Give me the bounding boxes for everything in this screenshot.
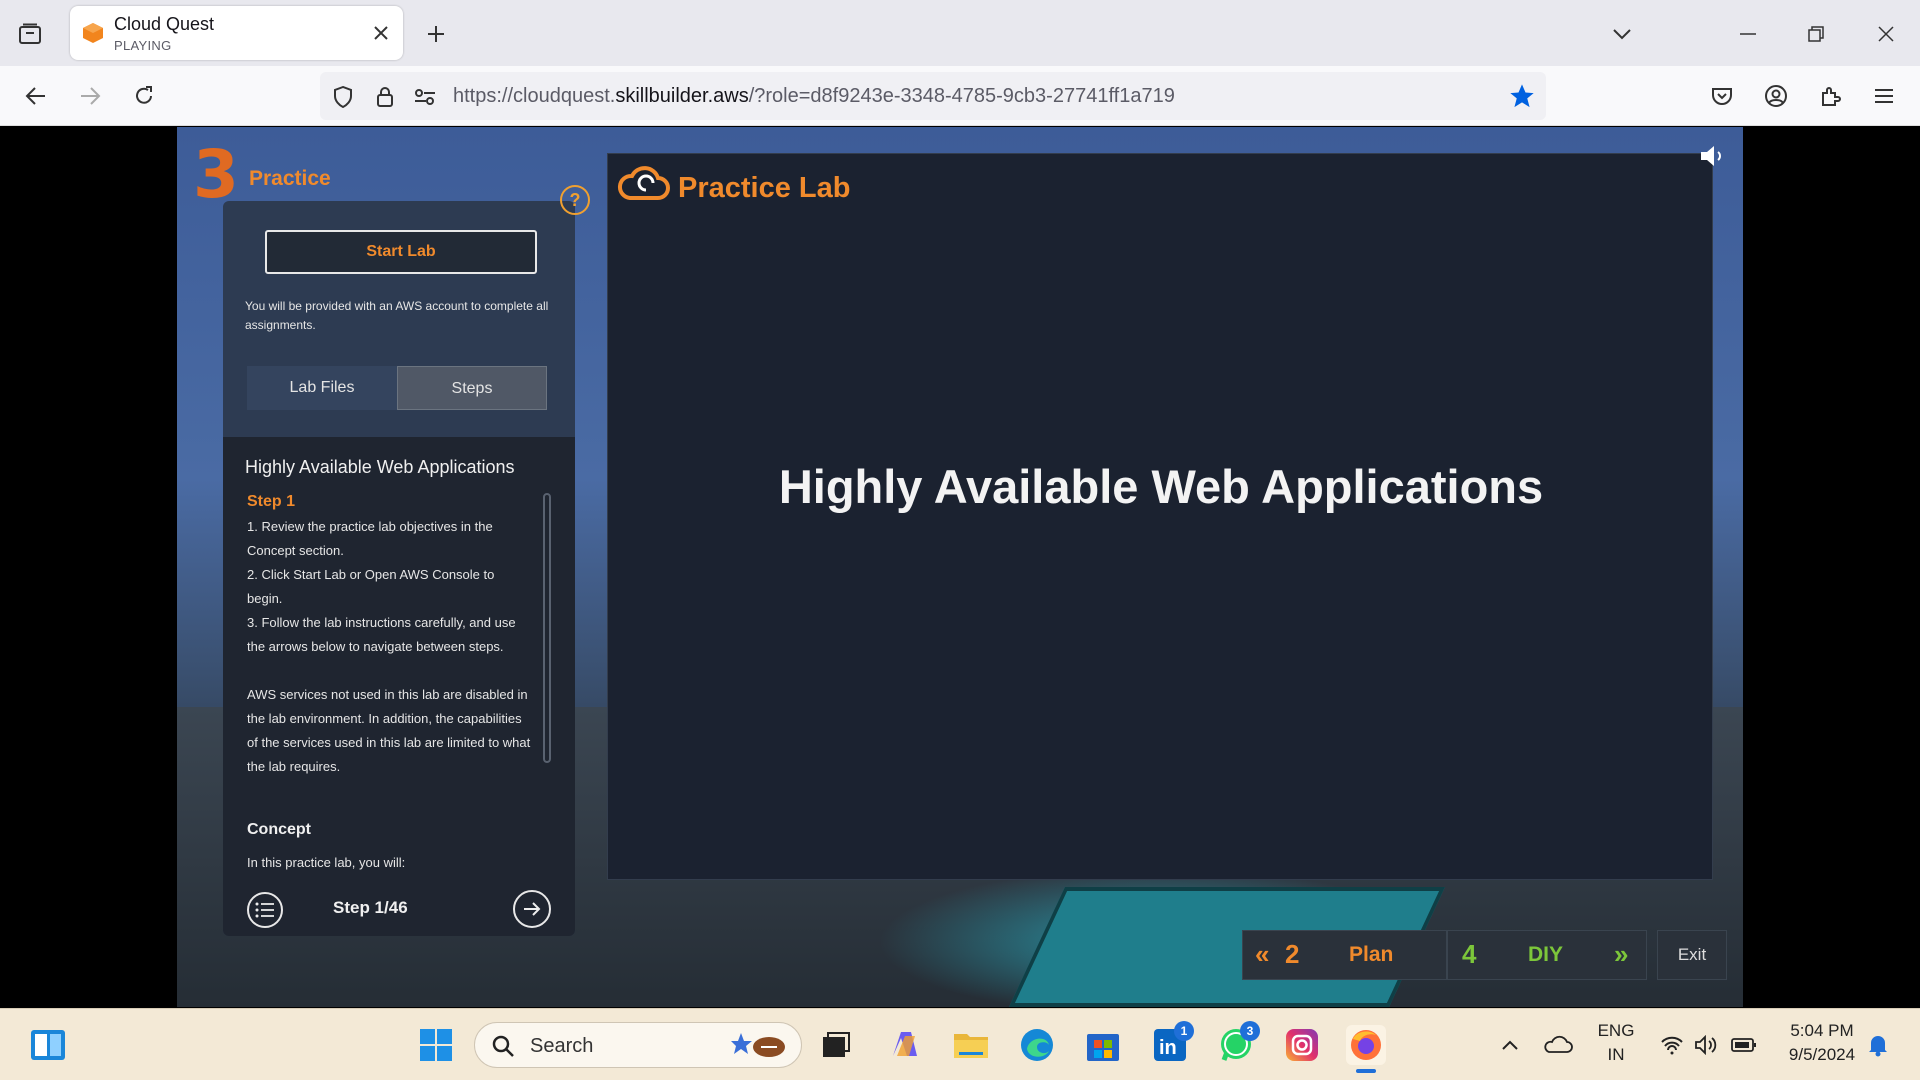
active-indicator [1356, 1069, 1376, 1073]
browser-navbar: https://cloudquest.skillbuilder.aws/?rol… [0, 66, 1920, 126]
diy-label: DIY [1528, 943, 1564, 966]
step-counter: Step 1/46 [333, 898, 408, 917]
diy-number: 4 [1462, 939, 1477, 969]
microsoft-store-icon[interactable] [1083, 1025, 1123, 1065]
windows-taskbar: Search in 1 3 ENG IN 5:04 PM 9/5/2024 [0, 1008, 1920, 1080]
tab-cloud-quest[interactable]: Cloud Quest PLAYING [70, 6, 403, 60]
whatsapp-icon[interactable]: 3 [1216, 1021, 1260, 1065]
menu-icon[interactable] [1866, 78, 1902, 114]
back-arrow-icon[interactable] [18, 78, 54, 114]
copilot-icon[interactable] [885, 1025, 925, 1065]
back-chevrons-icon: « [1255, 939, 1270, 969]
volume-icon[interactable] [1686, 1025, 1726, 1065]
steps-title: Highly Available Web Applications [245, 457, 515, 477]
plan-nav-button[interactable]: « 2 Plan [1242, 930, 1447, 980]
taskbar-search[interactable]: Search [474, 1022, 802, 1068]
forward-arrow-icon[interactable] [72, 78, 108, 114]
language-line2[interactable]: IN [1594, 1045, 1638, 1065]
step-note: AWS services not used in this lab are di… [247, 687, 531, 774]
close-icon[interactable] [369, 21, 393, 45]
url-text[interactable]: https://cloudquest.skillbuilder.aws/?rol… [453, 85, 1175, 108]
url-bar[interactable]: https://cloudquest.skillbuilder.aws/?rol… [320, 72, 1546, 120]
notification-bell-icon[interactable] [1858, 1025, 1898, 1065]
exit-label: Exit [1677, 945, 1707, 964]
steps-content: Highly Available Web Applications Step 1… [223, 437, 575, 936]
clock-time[interactable]: 5:04 PM [1772, 1021, 1872, 1041]
concept-text: In this practice lab, you will: [247, 855, 406, 870]
next-step-arrow-icon[interactable] [513, 890, 551, 928]
step-line: 3. Follow the lab instructions carefully… [247, 615, 516, 654]
level-number: 3 [193, 136, 239, 213]
step-navigation: Step 1/46 [223, 882, 575, 936]
step-list-icon[interactable] [247, 892, 283, 928]
chevron-up-icon[interactable] [1490, 1025, 1530, 1065]
clock-date[interactable]: 9/5/2024 [1772, 1045, 1872, 1065]
start-lab-button[interactable]: Start Lab [265, 230, 537, 274]
panel-tabs: Lab Files Steps [247, 366, 547, 410]
tab-lab-files[interactable]: Lab Files [247, 366, 397, 410]
concept-heading: Concept [247, 821, 311, 838]
restore-icon[interactable] [1798, 16, 1834, 52]
forward-chevrons-icon: » [1614, 939, 1629, 969]
bookmark-star-icon[interactable] [1508, 82, 1536, 110]
tab-title: Cloud Quest [114, 14, 215, 34]
minimize-icon[interactable] [1730, 16, 1766, 52]
lab-heading: Highly Available Web Applications [778, 460, 1544, 513]
plan-number: 2 [1285, 939, 1300, 969]
practice-panel: Start Lab You will be provided with an A… [223, 201, 575, 936]
practice-header: 3 Practice ? [193, 136, 590, 215]
edge-icon[interactable] [1017, 1025, 1057, 1065]
firefox-icon[interactable] [1346, 1025, 1386, 1065]
exit-button[interactable]: Exit [1657, 930, 1727, 980]
search-placeholder: Search [530, 1035, 594, 1057]
linkedin-badge: 1 [1174, 1021, 1194, 1041]
lab-screen: Practice Lab Highly Available Web Applic… [607, 153, 1713, 880]
task-view-icon[interactable] [816, 1025, 856, 1065]
practice-label: Practice [249, 167, 331, 190]
help-icon[interactable]: ? [560, 185, 590, 215]
pocket-icon[interactable] [1704, 78, 1740, 114]
shield-icon[interactable] [330, 84, 356, 110]
reload-icon[interactable] [126, 78, 162, 114]
search-icon [492, 1035, 514, 1057]
step-line: 1. Review the practice lab objectives in… [247, 519, 493, 558]
tab-list-icon[interactable] [14, 18, 46, 50]
account-icon[interactable] [1758, 78, 1794, 114]
whatsapp-badge: 3 [1240, 1021, 1260, 1041]
football-highlight-icon [731, 1033, 785, 1057]
widgets-icon[interactable] [28, 1025, 68, 1065]
plan-label: Plan [1349, 943, 1394, 966]
extensions-icon[interactable] [1812, 78, 1848, 114]
cube-favicon-icon [83, 23, 103, 43]
step-label: Step 1 [247, 493, 296, 510]
onedrive-icon[interactable] [1538, 1025, 1578, 1065]
step-line: 2. Click Start Lab or Open AWS Console t… [247, 567, 495, 606]
permissions-icon[interactable] [412, 84, 438, 110]
lock-icon[interactable] [372, 84, 398, 110]
windows-start-icon[interactable] [416, 1025, 456, 1065]
chevron-down-icon[interactable] [1604, 16, 1640, 52]
instagram-icon[interactable] [1282, 1025, 1322, 1065]
new-tab-icon[interactable] [420, 18, 452, 50]
step-body: 1. Review the practice lab objectives in… [247, 515, 532, 779]
steps-scrollbar[interactable] [543, 493, 551, 763]
file-explorer-icon[interactable] [951, 1025, 991, 1065]
speaker-icon[interactable] [1697, 141, 1727, 171]
browser-tabstrip: Cloud Quest PLAYING [0, 0, 1920, 66]
provided-text: You will be provided with an AWS account… [245, 299, 549, 332]
tab-steps[interactable]: Steps [397, 366, 547, 410]
battery-icon[interactable] [1724, 1025, 1764, 1065]
diy-nav-button[interactable]: 4 DIY » [1447, 930, 1647, 980]
lab-logo-title: Practice Lab [678, 172, 851, 204]
language-line1[interactable]: ENG [1594, 1021, 1638, 1041]
window-close-icon[interactable] [1868, 16, 1904, 52]
game-viewport[interactable]: Start Lab You will be provided with an A… [177, 127, 1743, 1007]
svg-text:in: in [1159, 1037, 1177, 1059]
cloud-logo-icon [617, 166, 670, 200]
tab-status: PLAYING [114, 38, 172, 53]
linkedin-icon[interactable]: in 1 [1150, 1021, 1194, 1065]
